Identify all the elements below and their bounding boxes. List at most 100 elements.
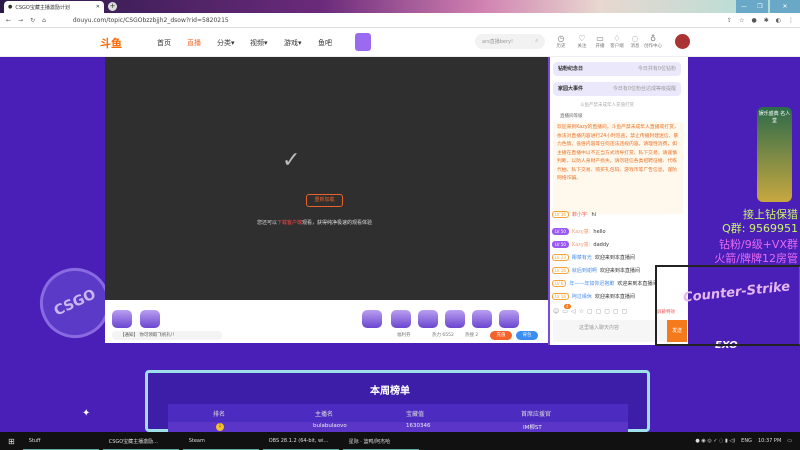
douyu-logo[interactable]: 斗鱼 bbox=[100, 35, 122, 51]
taskbar: ⊞ Stuff CSGO宝藏主播激励... Steam OBS 28.1.2 (… bbox=[0, 432, 800, 450]
chat-message: LV 36 菲小宇· hi bbox=[552, 210, 684, 219]
close-tab-icon[interactable]: ✕ bbox=[96, 4, 100, 10]
star-icon[interactable]: ☆ bbox=[579, 308, 587, 315]
chat-tool-icon[interactable]: ▭ bbox=[562, 308, 571, 315]
streamer-name[interactable]: bulabulaovo bbox=[313, 423, 347, 429]
forward-icon[interactable]: → bbox=[18, 17, 23, 24]
video-player[interactable] bbox=[105, 57, 548, 300]
ranking-title: 本周榜单 bbox=[370, 386, 410, 397]
gift-task-hall[interactable] bbox=[140, 310, 160, 328]
share-icon[interactable]: ⇪ bbox=[727, 17, 732, 24]
new-tab-button[interactable]: + bbox=[108, 2, 117, 11]
col-streamer: 主播名 bbox=[315, 411, 334, 418]
taskbar-item[interactable]: 星际 · 篮鸭/阿杰哈 bbox=[342, 432, 419, 450]
tool-icons[interactable]: ▢▢▢▢▢ bbox=[587, 308, 630, 315]
message-text: hi bbox=[591, 211, 597, 218]
reload-button[interactable]: 重新加载 bbox=[306, 194, 343, 207]
emoji-icon[interactable]: ☺ bbox=[553, 308, 562, 315]
creator-center-button[interactable]: ♁ 创作中心 bbox=[643, 34, 663, 49]
user-name[interactable]: 椰菜有光 bbox=[572, 254, 592, 261]
gift-welfare[interactable] bbox=[499, 310, 519, 328]
rank-medal: 1 bbox=[216, 423, 224, 431]
close-window-button[interactable]: ✕ bbox=[770, 0, 800, 13]
diamond-anniversary-card[interactable]: 钻粉纪念日 今日共有0位钻粉 bbox=[553, 62, 681, 76]
treasure-value: 1630346 bbox=[406, 423, 431, 429]
nav-video[interactable]: 视频▾ bbox=[250, 38, 268, 48]
notice-bar[interactable]: 【通知】 你可领取飞机礼!! bbox=[112, 331, 222, 340]
user-name[interactable]: Kazy童: bbox=[572, 228, 591, 235]
sparkle-icon: ✦ bbox=[82, 408, 91, 419]
tab-title: CSGO宝藏主播激励计划 bbox=[15, 4, 70, 11]
download-client-link[interactable]: 下载客户端 bbox=[277, 220, 302, 226]
backpack-button[interactable]: 背包 bbox=[516, 331, 538, 340]
user-name[interactable]: 年——年如你迟抱歉 bbox=[569, 280, 614, 287]
nav-live[interactable]: 直播 bbox=[187, 38, 201, 48]
notification-icon[interactable]: ▭ bbox=[787, 438, 792, 444]
user-name[interactable]: 就后到谢啊 bbox=[572, 267, 597, 274]
user-name[interactable]: Kazy童: bbox=[572, 241, 591, 248]
nav-fishbar[interactable]: 鱼吧 bbox=[318, 38, 332, 48]
gift-crystal[interactable] bbox=[472, 310, 492, 328]
heat-stat: 热力 6552 bbox=[432, 333, 454, 338]
gift-fan-box[interactable] bbox=[362, 310, 382, 328]
player-hint: 您还可以下载客户端观看，获得纯净极速的观看体验 bbox=[257, 219, 372, 226]
message-text: 欢迎来到本直播间 bbox=[599, 268, 640, 274]
url-input[interactable]: douyu.com/topic/CSGObzzbjjh2_dsow?rid=58… bbox=[73, 17, 229, 24]
browser-tab[interactable]: ● CSGO宝藏主播激励计划 ✕ bbox=[4, 1, 104, 13]
col-rank: 排名 bbox=[213, 411, 226, 418]
message-text: 欢迎来到本直播间 bbox=[594, 294, 635, 300]
menu-icon[interactable]: ⋮ bbox=[788, 17, 794, 24]
taskbar-item[interactable]: OBS 28.1.2 (64-bit, wi... bbox=[262, 432, 339, 450]
star-icon[interactable]: ☆ bbox=[739, 17, 744, 24]
reload-icon[interactable]: ↻ bbox=[30, 17, 35, 24]
gift-honor[interactable] bbox=[445, 310, 465, 328]
messages-button[interactable]: ◌ 消息 bbox=[625, 34, 645, 49]
puzzle-icon[interactable]: ✱ bbox=[764, 17, 769, 24]
minor-tip: 斗鱼严禁未成年人充值打赏 bbox=[580, 103, 634, 108]
client-button[interactable]: ♢ 客户端 bbox=[607, 34, 627, 49]
home-events-card[interactable]: 家园大事件 今日有0位粉丝达成等级提醒 bbox=[553, 82, 681, 96]
history-button[interactable]: ◷ 历史 bbox=[551, 34, 571, 49]
nav-home[interactable]: 首页 bbox=[157, 38, 171, 48]
supporter-name: IM柳ST bbox=[523, 425, 542, 431]
speaker-icon[interactable]: ◁ bbox=[571, 308, 579, 315]
overlay-frame bbox=[655, 265, 800, 346]
windows-start-icon[interactable]: ⊞ bbox=[0, 437, 23, 446]
extension-icon[interactable]: ● bbox=[751, 17, 756, 24]
taskbar-item[interactable]: CSGO宝藏主播激励... bbox=[102, 432, 179, 450]
gift-free-broadcast[interactable] bbox=[112, 310, 132, 328]
message-text: daddy bbox=[593, 241, 609, 248]
event-logo-icon[interactable] bbox=[355, 33, 371, 51]
user-name[interactable]: 菲小宇· bbox=[572, 211, 589, 218]
clock[interactable]: 10:37 PM bbox=[758, 438, 781, 444]
loading-swoosh-icon: ✓ bbox=[282, 148, 301, 173]
restore-button[interactable]: ❐ bbox=[752, 0, 768, 13]
coupon-stat[interactable]: 福利券 bbox=[397, 332, 411, 338]
user-avatar[interactable] bbox=[675, 34, 690, 49]
home-icon[interactable]: ⌂ bbox=[42, 17, 46, 24]
taskbar-item[interactable]: Stuff bbox=[22, 432, 99, 450]
nav-category[interactable]: 分类▾ bbox=[217, 38, 235, 48]
nav-games[interactable]: 游戏▾ bbox=[284, 38, 302, 48]
minimize-button[interactable]: — bbox=[736, 0, 752, 13]
profile-icon[interactable]: ◐ bbox=[776, 17, 781, 24]
gift-share[interactable] bbox=[418, 310, 438, 328]
user-name[interactable]: 阿过缘休 bbox=[572, 293, 592, 300]
level-badge: LV 36 bbox=[552, 211, 569, 218]
message-text: hello bbox=[593, 228, 606, 235]
room-level-row: 直播间等级 bbox=[560, 114, 583, 119]
follow-button[interactable]: ♡ 关注 bbox=[572, 34, 592, 49]
tray-icons[interactable]: ● ◉ ◎ ✓ ◌ ▮ ◁) bbox=[695, 438, 735, 444]
hot-search-stat: 热搜 2 bbox=[465, 333, 479, 338]
search-icon[interactable]: ⌕ bbox=[535, 38, 538, 45]
back-icon[interactable]: ← bbox=[6, 17, 11, 24]
taskbar-item[interactable]: Steam bbox=[182, 432, 259, 450]
gift-diamond-fan[interactable] bbox=[391, 310, 411, 328]
recharge-button[interactable]: 充值 bbox=[490, 331, 512, 340]
search-input[interactable]: ars直播bery! ⌕ bbox=[475, 34, 545, 49]
messages-label: 消息 bbox=[630, 44, 640, 49]
language-indicator[interactable]: ENG bbox=[741, 438, 752, 444]
hall-of-fame-badge[interactable]: 娱乐盛典 名人堂 bbox=[757, 107, 792, 202]
hint-post: 观看，获得纯净极速的观看体验 bbox=[302, 220, 373, 226]
chat-toolbar[interactable]: ☺▭◁☆▢▢▢▢▢ bbox=[553, 308, 630, 315]
